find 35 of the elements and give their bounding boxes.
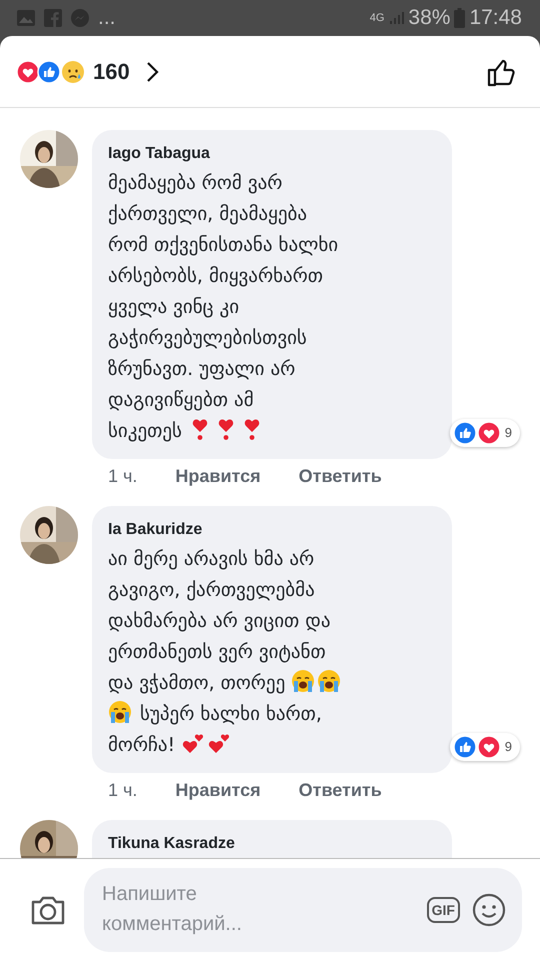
battery-icon bbox=[454, 8, 466, 28]
gif-button[interactable]: GIF bbox=[426, 896, 460, 922]
reactions-pill[interactable]: 9 bbox=[450, 733, 520, 761]
like-icon bbox=[452, 735, 477, 759]
reactions-pill[interactable]: 9 bbox=[450, 419, 520, 447]
comment-time: 1 ч. bbox=[108, 465, 138, 488]
comment-text: აი მერე არავის ხმა არ გავიგო, ქართველებმა დახმარება არ ვიცით და ერთმანეთს ვერ ვიტანთ და ვჭამთო, თორეე სუპერ ხალხი ხართ, მორჩა! bbox=[108, 544, 436, 761]
messenger-icon bbox=[70, 8, 90, 28]
signal-icon bbox=[388, 10, 404, 26]
comment-text: მეამაყება რომ ვარ ქართველი, მეამაყება რომ თქვენისთანა ხალხი არსებობს, მიყვარხართ ყველა ვინც კი გაჭირვებულებისთვის ზრუნავთ. უფალი არ დაგივიწყებთ ამ სიკეთეს bbox=[108, 171, 340, 444]
crying-face-icon bbox=[317, 669, 342, 693]
sad-face-icon bbox=[61, 60, 85, 84]
comment-field[interactable]: Напишите комментарий... GIF bbox=[84, 868, 522, 952]
like-icon bbox=[37, 60, 61, 84]
author-name[interactable]: Ia Bakuridze bbox=[108, 518, 436, 542]
like-link[interactable]: Нравится bbox=[175, 777, 261, 804]
reply-link[interactable]: Ответить bbox=[298, 463, 382, 490]
like-icon bbox=[452, 421, 477, 445]
more-text: ... bbox=[98, 5, 116, 32]
reactions-summary-button[interactable]: 160 bbox=[16, 55, 160, 88]
author-name[interactable]: Tikuna Kasradze bbox=[108, 832, 436, 856]
clock-time: 17:48 bbox=[469, 5, 522, 32]
crying-face-icon bbox=[291, 669, 316, 693]
network-text: 4G bbox=[370, 12, 384, 24]
comment-time: 1 ч. bbox=[108, 779, 138, 802]
facebook-icon bbox=[44, 9, 62, 27]
chevron-right-icon bbox=[146, 60, 160, 82]
crying-face-icon bbox=[108, 700, 132, 724]
image-icon bbox=[16, 9, 36, 27]
reply-link[interactable]: Ответить bbox=[298, 777, 382, 804]
battery-text: 38% bbox=[408, 5, 450, 32]
author-name[interactable]: Iago Tabagua bbox=[108, 142, 436, 166]
like-link[interactable]: Нравится bbox=[175, 463, 261, 490]
smiley-icon bbox=[472, 892, 506, 926]
emoji-button[interactable] bbox=[472, 892, 506, 926]
